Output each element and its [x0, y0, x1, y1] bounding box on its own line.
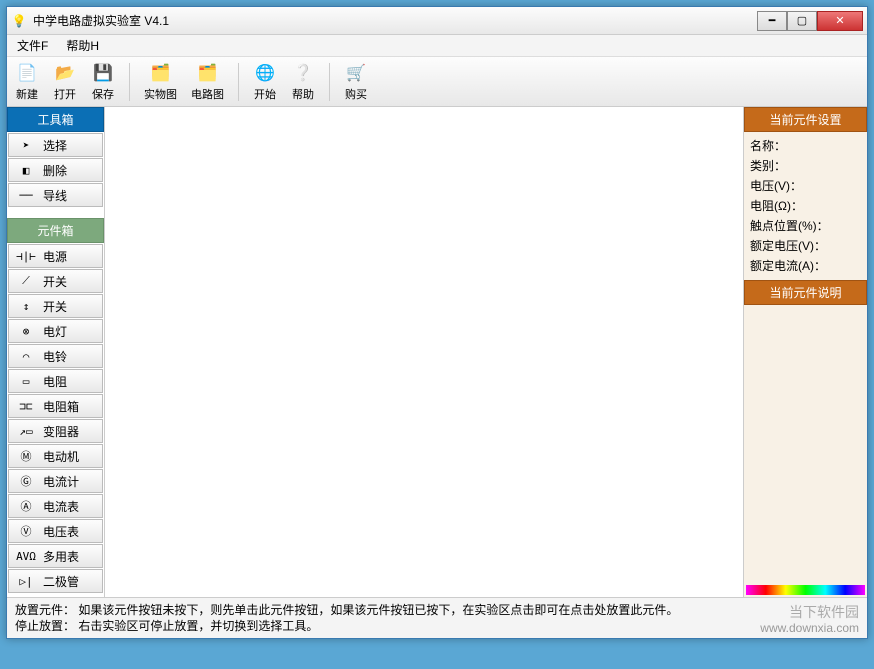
galvanometer-icon: Ⓖ — [9, 473, 43, 489]
right-pane: 当前元件设置 名称： 类别： 电压(V)： 电阻(Ω)： 触点位置(%)： 额定… — [743, 107, 867, 597]
motor-icon: Ⓜ — [9, 448, 43, 464]
minimize-button[interactable]: ━ — [757, 11, 787, 31]
help-icon: ❔ — [291, 61, 315, 85]
resistorbox-icon: ⊐⊏ — [9, 400, 43, 413]
buy-button[interactable]: 🛒购买 — [344, 61, 368, 102]
switch-icon: ⟋ — [9, 274, 43, 288]
new-icon: 📄 — [15, 61, 39, 85]
part-power[interactable]: ⊣∣⊢电源 — [8, 244, 103, 268]
open-button[interactable]: 📂打开 — [53, 61, 77, 102]
description-area — [744, 305, 867, 583]
wire-icon: ── — [9, 189, 43, 202]
schematic-icon: 🗂️ — [196, 61, 220, 85]
part-motor[interactable]: Ⓜ电动机 — [8, 444, 103, 468]
menu-file[interactable]: 文件F — [13, 35, 52, 56]
watermark: 当下软件园 www.downxia.com — [760, 604, 859, 636]
buy-icon: 🛒 — [344, 61, 368, 85]
menubar: 文件F 帮助H — [7, 35, 867, 57]
voltmeter-icon: Ⓥ — [9, 523, 43, 539]
help-button[interactable]: ❔帮助 — [291, 61, 315, 102]
ammeter-icon: Ⓐ — [9, 498, 43, 514]
prop-type: 类别： — [750, 156, 861, 176]
rheostat-icon: ↗▭ — [9, 425, 43, 438]
main-body: 工具箱 ➤选择 ◧删除 ──导线 元件箱 ⊣∣⊢电源 ⟋开关 ↕开关 ⊗电灯 ⌒… — [7, 107, 867, 597]
switch2-icon: ↕ — [9, 300, 43, 313]
part-switch-2[interactable]: ↕开关 — [8, 294, 103, 318]
part-rheostat[interactable]: ↗▭变阻器 — [8, 419, 103, 443]
part-resistorbox[interactable]: ⊐⊏电阻箱 — [8, 394, 103, 418]
part-galvanometer[interactable]: Ⓖ电流计 — [8, 469, 103, 493]
save-button[interactable]: 💾保存 — [91, 61, 115, 102]
color-bar[interactable] — [746, 585, 865, 595]
toolbar-separator — [129, 63, 130, 101]
window-title: 中学电路虚拟实验室 V4.1 — [33, 12, 757, 29]
menu-help[interactable]: 帮助H — [62, 35, 103, 56]
open-icon: 📂 — [53, 61, 77, 85]
property-list: 名称： 类别： 电压(V)： 电阻(Ω)： 触点位置(%)： 额定电压(V)： … — [744, 132, 867, 280]
prop-contact: 触点位置(%)： — [750, 216, 861, 236]
maximize-button[interactable]: ▢ — [787, 11, 817, 31]
bell-icon: ⌒ — [9, 350, 43, 363]
start-button[interactable]: 🌐开始 — [253, 61, 277, 102]
tool-delete[interactable]: ◧删除 — [8, 158, 103, 182]
toolbox-header: 工具箱 — [7, 107, 104, 132]
eraser-icon: ◧ — [9, 164, 43, 177]
description-header: 当前元件说明 — [744, 280, 867, 305]
new-button[interactable]: 📄新建 — [15, 61, 39, 102]
watermark-name: 当下软件园 — [760, 604, 859, 620]
prop-rated-v: 额定电压(V)： — [750, 236, 861, 256]
status-line-1: 放置元件： 如果该元件按钮未按下，则先单击此元件按钮，如果该元件按钮已按下，在实… — [15, 602, 859, 618]
prop-name: 名称： — [750, 136, 861, 156]
tool-select[interactable]: ➤选择 — [8, 133, 103, 157]
titlebar: 💡 中学电路虚拟实验室 V4.1 ━ ▢ ✕ — [7, 7, 867, 35]
part-switch-1[interactable]: ⟋开关 — [8, 269, 103, 293]
toolbar-separator — [329, 63, 330, 101]
canvas-area[interactable] — [105, 107, 743, 597]
prop-rated-a: 额定电流(A)： — [750, 256, 861, 276]
part-multimeter[interactable]: AVΩ多用表 — [8, 544, 103, 568]
part-lamp[interactable]: ⊗电灯 — [8, 319, 103, 343]
toolbar-separator — [238, 63, 239, 101]
part-diode[interactable]: ▷|二极管 — [8, 569, 103, 593]
diode-icon: ▷| — [9, 575, 43, 588]
toolbox-list: ➤选择 ◧删除 ──导线 — [7, 132, 104, 208]
status-bar: 放置元件： 如果该元件按钮未按下，则先单击此元件按钮，如果该元件按钮已按下，在实… — [7, 597, 867, 638]
left-pane: 工具箱 ➤选择 ◧删除 ──导线 元件箱 ⊣∣⊢电源 ⟋开关 ↕开关 ⊗电灯 ⌒… — [7, 107, 105, 597]
realview-button[interactable]: 🗂️实物图 — [144, 61, 177, 102]
toolbar: 📄新建 📂打开 💾保存 🗂️实物图 🗂️电路图 🌐开始 ❔帮助 🛒购买 — [7, 57, 867, 107]
watermark-url: www.downxia.com — [760, 620, 859, 636]
save-icon: 💾 — [91, 61, 115, 85]
part-bell[interactable]: ⌒电铃 — [8, 344, 103, 368]
lamp-icon: ⊗ — [9, 325, 43, 338]
app-icon: 💡 — [11, 13, 27, 29]
schematic-button[interactable]: 🗂️电路图 — [191, 61, 224, 102]
prop-voltage: 电压(V)： — [750, 176, 861, 196]
start-icon: 🌐 — [253, 61, 277, 85]
part-resistor[interactable]: ▭电阻 — [8, 369, 103, 393]
window-controls: ━ ▢ ✕ — [757, 11, 863, 31]
realview-icon: 🗂️ — [149, 61, 173, 85]
pointer-icon: ➤ — [9, 139, 43, 152]
power-icon: ⊣∣⊢ — [9, 250, 43, 263]
resistor-icon: ▭ — [9, 375, 43, 388]
settings-header: 当前元件设置 — [744, 107, 867, 132]
partbox-header: 元件箱 — [7, 218, 104, 243]
status-line-2: 停止放置： 右击实验区可停止放置，并切换到选择工具。 — [15, 618, 859, 634]
prop-resistance: 电阻(Ω)： — [750, 196, 861, 216]
part-ammeter[interactable]: Ⓐ电流表 — [8, 494, 103, 518]
tool-wire[interactable]: ──导线 — [8, 183, 103, 207]
part-voltmeter[interactable]: Ⓥ电压表 — [8, 519, 103, 543]
close-button[interactable]: ✕ — [817, 11, 863, 31]
partbox-list: ⊣∣⊢电源 ⟋开关 ↕开关 ⊗电灯 ⌒电铃 ▭电阻 ⊐⊏电阻箱 ↗▭变阻器 Ⓜ电… — [7, 243, 104, 594]
multimeter-icon: AVΩ — [9, 550, 43, 563]
app-window: 💡 中学电路虚拟实验室 V4.1 ━ ▢ ✕ 文件F 帮助H 📄新建 📂打开 💾… — [6, 6, 868, 639]
